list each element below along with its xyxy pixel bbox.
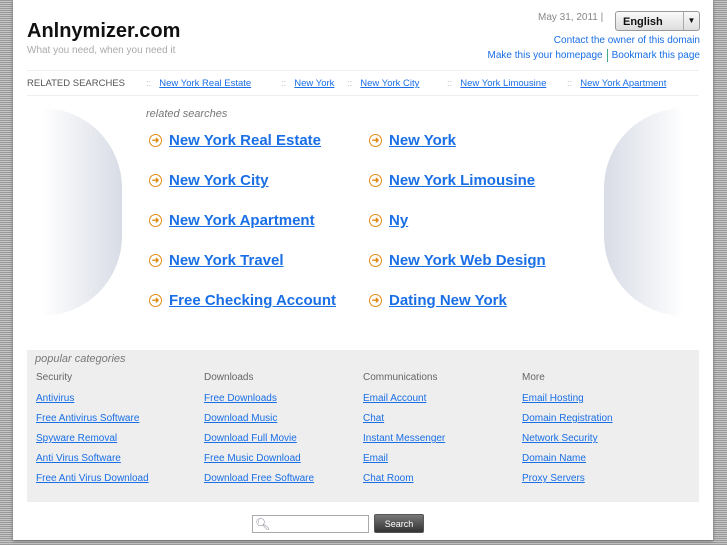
page-panel: Anlnymizer.com What you need, when you n… [13, 0, 713, 540]
tagline: What you need, when you need it [27, 45, 176, 56]
related-link[interactable]: New York Web Design [389, 252, 546, 269]
arrow-icon: ➜ [369, 174, 382, 187]
related-link[interactable]: Free Checking Account [169, 292, 336, 309]
category-link[interactable]: Free Music Download [204, 453, 314, 464]
bookmark-link[interactable]: Bookmark this page [612, 50, 700, 61]
arrow-icon: ➜ [149, 294, 162, 307]
decorative-disc-right [604, 108, 684, 316]
category-link[interactable]: Domain Registration [522, 413, 613, 424]
related-searches-bar: RELATED SEARCHES :: New York Real Estate … [27, 70, 699, 96]
category-link[interactable]: Free Antivirus Software [36, 413, 149, 424]
category-link[interactable]: Chat [363, 413, 445, 424]
related-bar-link[interactable]: New York Limousine [460, 78, 546, 89]
category-link[interactable]: Email Hosting [522, 393, 613, 404]
arrow-icon: ➜ [369, 254, 382, 267]
related-bar-link[interactable]: New York [294, 78, 334, 89]
arrow-icon: ➜ [149, 174, 162, 187]
language-value: English [623, 16, 663, 28]
arrow-icon: ➜ [369, 214, 382, 227]
category-title: Communications [363, 372, 438, 383]
category-link[interactable]: Email [363, 453, 445, 464]
arrow-icon: ➜ [149, 134, 162, 147]
related-link[interactable]: New York Real Estate [169, 132, 321, 149]
category-title: Downloads [204, 372, 254, 383]
category-column: Security Antivirus Free Antivirus Softwa… [36, 372, 149, 493]
date: May 31, 2011 | [538, 12, 604, 23]
arrow-icon: ➜ [149, 254, 162, 267]
category-link[interactable]: Domain Name [522, 453, 613, 464]
category-column: Communications Email Account Chat Instan… [363, 372, 445, 493]
chevron-down-icon: ▼ [683, 12, 699, 30]
make-homepage-link[interactable]: Make this your homepage [488, 50, 603, 61]
related-searches-label: RELATED SEARCHES [27, 78, 126, 89]
related-bar-link[interactable]: New York City [360, 78, 419, 89]
arrow-icon: ➜ [369, 134, 382, 147]
separator: :: [447, 78, 453, 89]
category-link[interactable]: Anti Virus Software [36, 453, 149, 464]
category-link[interactable]: Spyware Removal [36, 433, 149, 444]
category-link[interactable]: Email Account [363, 393, 445, 404]
related-link[interactable]: New York City [169, 172, 268, 189]
related-searches-heading: related searches [146, 108, 228, 120]
separator: :: [146, 78, 152, 89]
contact-owner-link[interactable]: Contact the owner of this domain [554, 35, 700, 46]
related-link[interactable]: Ny [389, 212, 408, 229]
category-title: More [522, 372, 545, 383]
related-bar-link[interactable]: New York Real Estate [159, 78, 251, 89]
popular-categories: popular categories Security Antivirus Fr… [27, 350, 699, 502]
category-link[interactable]: Download Music [204, 413, 314, 424]
category-column: More Email Hosting Domain Registration N… [522, 372, 613, 493]
category-link[interactable]: Free Downloads [204, 393, 314, 404]
site-title: Anlnymizer.com [27, 20, 181, 42]
category-link[interactable]: Antivirus [36, 393, 149, 404]
category-link[interactable]: Chat Room [363, 473, 445, 484]
category-link[interactable]: Download Free Software [204, 473, 314, 484]
separator: :: [281, 78, 287, 89]
related-link[interactable]: New York [389, 132, 456, 149]
search-input[interactable]: 🔍︎ [252, 515, 369, 533]
separator: :: [567, 78, 573, 89]
related-bar-link[interactable]: New York Apartment [580, 78, 666, 89]
decorative-disc-left [42, 108, 122, 316]
category-link[interactable]: Free Anti Virus Download [36, 473, 149, 484]
arrow-icon: ➜ [149, 214, 162, 227]
search-icon: 🔍︎ [255, 517, 271, 531]
related-link[interactable]: Dating New York [389, 292, 507, 309]
category-title: Security [36, 372, 73, 383]
separator: :: [347, 78, 353, 89]
category-link[interactable]: Download Full Movie [204, 433, 314, 444]
search-button[interactable]: Search [374, 514, 424, 533]
related-link[interactable]: New York Travel [169, 252, 284, 269]
popular-heading: popular categories [35, 353, 126, 365]
arrow-icon: ➜ [369, 294, 382, 307]
category-column: Downloads Free Downloads Download Music … [204, 372, 314, 493]
language-select[interactable]: English ▼ [615, 11, 700, 31]
category-link[interactable]: Proxy Servers [522, 473, 613, 484]
related-link[interactable]: New York Limousine [389, 172, 535, 189]
related-link[interactable]: New York Apartment [169, 212, 315, 229]
category-link[interactable]: Instant Messenger [363, 433, 445, 444]
category-link[interactable]: Network Security [522, 433, 613, 444]
divider [606, 49, 608, 62]
